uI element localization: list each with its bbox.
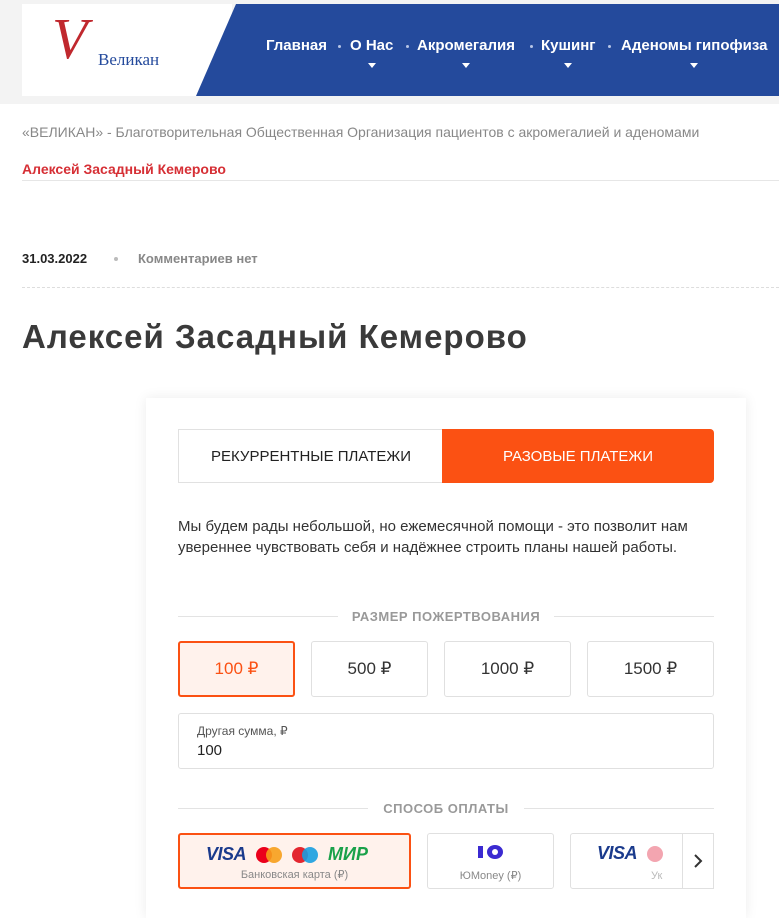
visa-logo: VISA	[597, 843, 638, 863]
custom-amount-field[interactable]: Другая сумма, ₽ 100	[178, 713, 714, 769]
nav-item-label: Аденомы гипофиза	[621, 37, 768, 54]
nav-item-label: Акромегалия	[417, 37, 515, 54]
payment-method-card-partial[interactable]: VISA Ук	[570, 833, 690, 889]
divider	[178, 616, 338, 617]
payment-method-caption: Банковская карта (₽)	[240, 869, 349, 881]
divider	[524, 808, 714, 809]
mastercard-icon	[256, 846, 283, 863]
divider	[554, 616, 714, 617]
meta-separator	[114, 257, 118, 261]
nav-item-about[interactable]: О Нас	[350, 37, 394, 68]
card-brand-logos: VISA	[597, 843, 673, 864]
chevron-down-icon	[690, 63, 699, 68]
nav-item-home[interactable]: Главная	[266, 37, 327, 54]
nav-item-label: Главная	[266, 37, 328, 54]
mir-logo: МИР	[328, 844, 368, 864]
nav-item-cushing[interactable]: Кушинг	[541, 37, 596, 68]
payment-section-title: СПОСОБ ОПЛАТЫ	[373, 801, 519, 816]
page-title: Алексей Засадный Кемерово	[22, 318, 528, 355]
nav-item-label: О Нас	[350, 37, 394, 54]
amount-section-label: РАЗМЕР ПОЖЕРТВОВАНИЯ	[178, 608, 714, 624]
payment-method-caption: ЮMoney (₽)	[459, 870, 522, 882]
nav-separator	[608, 45, 611, 48]
card-brand-logos: VISA МИР	[206, 844, 368, 865]
amount-option-500[interactable]: 500 ₽	[311, 641, 428, 697]
maestro-icon	[292, 846, 319, 863]
amount-option-100[interactable]: 100 ₽	[178, 641, 295, 697]
payment-methods-next-button[interactable]	[682, 833, 714, 889]
chevron-right-icon	[694, 854, 703, 868]
mastercard-icon	[647, 845, 673, 862]
breadcrumb-current: Алексей Засадный Кемерово	[22, 161, 226, 177]
logo-text: Великан	[98, 50, 160, 69]
payment-method-yoomoney[interactable]: ЮMoney (₽)	[427, 833, 554, 889]
amount-option-1500[interactable]: 1500 ₽	[587, 641, 714, 697]
amount-section-title: РАЗМЕР ПОЖЕРТВОВАНИЯ	[341, 609, 551, 624]
payment-section-label: СПОСОБ ОПЛАТЫ	[178, 800, 714, 816]
site-logo[interactable]: V Великан	[22, 4, 232, 96]
divider	[178, 808, 368, 809]
nav-separator	[338, 45, 341, 48]
payment-method-bank-card[interactable]: VISA МИР Банковская карта (₽)	[178, 833, 411, 889]
chevron-down-icon	[564, 63, 573, 68]
comments-link[interactable]: Комментариев нет	[138, 251, 258, 266]
tab-one-time-payments[interactable]: РАЗОВЫЕ ПЛАТЕЖИ	[442, 429, 714, 483]
site-header: V Великан Главная О Нас Акромегалия Куши…	[0, 0, 779, 104]
donation-form: РЕКУРРЕНТНЫЕ ПЛАТЕЖИ РАЗОВЫЕ ПЛАТЕЖИ Мы …	[146, 398, 746, 918]
breadcrumb-root[interactable]: «ВЕЛИКАН» - Благотворительная Общественн…	[22, 124, 699, 140]
divider	[22, 287, 779, 288]
custom-amount-label: Другая сумма, ₽	[197, 724, 288, 738]
post-date: 31.03.2022	[22, 251, 88, 266]
nav-separator	[530, 45, 533, 48]
logo-letter: V	[52, 6, 88, 71]
custom-amount-input[interactable]: 100	[197, 742, 222, 759]
nav-separator	[406, 45, 409, 48]
divider	[22, 180, 779, 181]
chevron-down-icon	[367, 63, 376, 68]
nav-item-pituitary[interactable]: Аденомы гипофиза	[621, 37, 768, 68]
nav-item-label: Кушинг	[541, 37, 596, 54]
yoomoney-icon	[428, 844, 553, 865]
visa-logo: VISA	[206, 844, 247, 864]
tab-recurring-payments[interactable]: РЕКУРРЕНТНЫЕ ПЛАТЕЖИ	[178, 429, 444, 483]
chevron-down-icon	[462, 63, 470, 68]
donation-description: Мы будем рады небольшой, но ежемесячной …	[178, 518, 688, 556]
amount-option-1000[interactable]: 1000 ₽	[444, 641, 571, 697]
nav-item-acromegaly[interactable]: Акромегалия	[417, 37, 515, 68]
